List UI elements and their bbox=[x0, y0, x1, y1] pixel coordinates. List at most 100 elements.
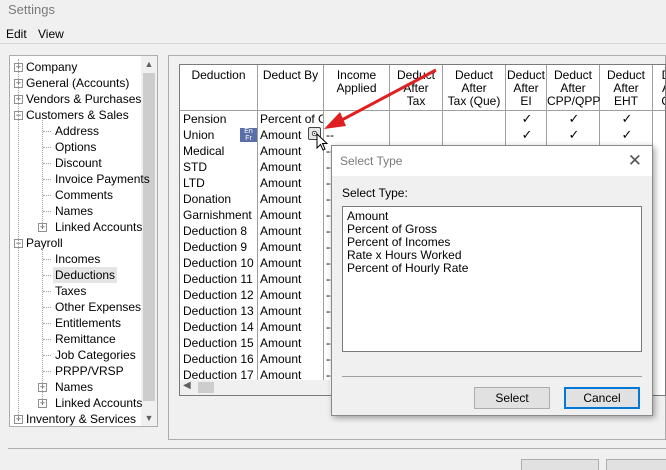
column-header[interactable]: Deduct After CPP/QPP bbox=[547, 65, 600, 111]
tree-item[interactable]: Entitlements bbox=[53, 315, 123, 331]
tree-connector bbox=[43, 179, 51, 180]
tree-item[interactable]: Other Expenses bbox=[53, 299, 143, 315]
deduction-name-cell[interactable]: Donation bbox=[183, 191, 257, 207]
footer-button[interactable] bbox=[606, 459, 666, 470]
column-divider bbox=[257, 111, 258, 395]
deduct-by-cell[interactable]: Amount bbox=[260, 335, 323, 351]
check-icon[interactable]: ✓ bbox=[622, 111, 633, 127]
deduct-by-cell[interactable]: Amount bbox=[260, 351, 323, 367]
tree-item[interactable]: Names bbox=[53, 203, 95, 219]
tree-connector bbox=[43, 131, 51, 132]
deduct-by-cell[interactable]: Amount bbox=[260, 319, 323, 335]
deduction-name-cell[interactable]: Pension bbox=[183, 111, 257, 127]
check-icon[interactable]: ✓ bbox=[522, 111, 533, 127]
tree-item[interactable]: Discount bbox=[53, 155, 104, 171]
deduct-by-cell[interactable]: Percent of Gross bbox=[260, 111, 323, 127]
type-option[interactable]: Percent of Hourly Rate bbox=[347, 262, 468, 275]
tree-item[interactable]: Inventory & Services bbox=[24, 411, 138, 426]
scroll-thumb[interactable] bbox=[198, 382, 214, 393]
tree-item[interactable]: Comments bbox=[53, 187, 115, 203]
deduction-name-cell[interactable]: Deduction 10 bbox=[183, 255, 257, 271]
column-header[interactable]: D A Q bbox=[653, 65, 665, 111]
close-icon[interactable]: ✕ bbox=[628, 151, 642, 171]
deduction-name-cell[interactable]: Garnishment bbox=[183, 207, 257, 223]
menu-edit[interactable]: Edit bbox=[6, 27, 27, 41]
tree-connector bbox=[43, 195, 51, 196]
cancel-button[interactable]: Cancel bbox=[564, 387, 640, 409]
deduct-by-cell[interactable]: Amount bbox=[260, 223, 323, 239]
dialog-title-bar: Select Type ✕ bbox=[332, 146, 652, 176]
deduct-by-cell[interactable]: Amount bbox=[260, 287, 323, 303]
column-header[interactable]: Income Applied bbox=[324, 65, 390, 111]
deduct-by-cell[interactable]: Amount bbox=[260, 159, 323, 175]
tree-item[interactable]: Names bbox=[53, 379, 95, 395]
deduction-name-cell[interactable]: Deduction 11 bbox=[183, 271, 257, 287]
deduct-by-cell[interactable]: Amount bbox=[260, 271, 323, 287]
deduction-name-cell[interactable]: Deduction 15 bbox=[183, 335, 257, 351]
deduct-by-cell[interactable]: Amount bbox=[260, 191, 323, 207]
deduct-by-cell[interactable]: Amount bbox=[260, 207, 323, 223]
tree-item[interactable]: Company bbox=[24, 59, 79, 75]
tree-item[interactable]: Linked Accounts bbox=[53, 219, 144, 235]
tree-item[interactable]: Incomes bbox=[53, 251, 102, 267]
scroll-up-icon[interactable]: ▲ bbox=[141, 56, 157, 72]
deduct-by-cell[interactable]: Amount bbox=[260, 239, 323, 255]
tree-item[interactable]: Taxes bbox=[53, 283, 88, 299]
scroll-left-icon[interactable]: ◀ bbox=[183, 380, 191, 391]
tree-item[interactable]: Invoice Payments bbox=[53, 171, 152, 187]
dialog-title: Select Type bbox=[340, 154, 403, 168]
menu-bar: Edit View bbox=[0, 25, 666, 43]
tree-item[interactable]: Customers & Sales bbox=[24, 107, 131, 123]
deduction-name-cell[interactable]: STD bbox=[183, 159, 257, 175]
deduct-by-cell[interactable]: Amount bbox=[260, 143, 323, 159]
column-header[interactable]: Deduction bbox=[180, 65, 258, 111]
tree-item[interactable]: General (Accounts) bbox=[24, 75, 131, 91]
check-icon[interactable]: ✓ bbox=[569, 111, 580, 127]
column-header[interactable]: Deduct After EI bbox=[506, 65, 547, 111]
column-header[interactable]: Deduct After Tax (Que) bbox=[443, 65, 506, 111]
tree-item[interactable]: Options bbox=[53, 139, 98, 155]
footer-separator bbox=[8, 448, 666, 449]
select-type-dialog: Select Type ✕ Select Type: Amount Percent… bbox=[331, 145, 653, 416]
tree-item[interactable]: Deductions bbox=[53, 267, 118, 283]
menu-view[interactable]: View bbox=[38, 27, 64, 41]
deduct-by-cell[interactable]: Amount bbox=[260, 303, 323, 319]
scroll-down-icon[interactable]: ▼ bbox=[141, 410, 157, 426]
deduction-name-cell[interactable]: Deduction 12 bbox=[183, 287, 257, 303]
column-header[interactable]: Deduct After Tax bbox=[390, 65, 443, 111]
tree-item[interactable]: PRPP/VRSP bbox=[53, 363, 126, 379]
deduction-name-cell[interactable]: Deduction 9 bbox=[183, 239, 257, 255]
badge-text: En Fr bbox=[244, 128, 253, 142]
check-icon[interactable]: ✓ bbox=[622, 127, 633, 143]
deduction-name-cell[interactable]: LTD bbox=[183, 175, 257, 191]
tree-connector bbox=[43, 211, 51, 212]
tree-vertical-scrollbar[interactable]: ▲ ▼ bbox=[141, 56, 157, 426]
select-button[interactable]: Select bbox=[474, 387, 550, 409]
tree-item[interactable]: Payroll bbox=[24, 235, 65, 251]
column-header[interactable]: Deduct After EHT bbox=[600, 65, 653, 111]
type-listbox[interactable]: Amount Percent of Gross Percent of Incomes… bbox=[342, 206, 642, 352]
check-icon[interactable]: ✓ bbox=[522, 127, 533, 143]
tree-item[interactable]: Address bbox=[53, 123, 101, 139]
deduct-by-cell[interactable]: Amount bbox=[260, 175, 323, 191]
tree-connector bbox=[43, 147, 51, 148]
check-icon[interactable]: ✓ bbox=[569, 127, 580, 143]
grid-horizontal-scrollbar[interactable]: ◀ bbox=[180, 380, 330, 395]
mouse-cursor-icon bbox=[316, 133, 328, 151]
settings-tree[interactable]: ▲ ▼ + Company + General (Accounts) + Vendors … bbox=[9, 55, 158, 427]
tree-connector bbox=[43, 355, 51, 356]
deduction-name-cell[interactable]: Deduction 8 bbox=[183, 223, 257, 239]
deduction-name-cell[interactable]: Deduction 16 bbox=[183, 351, 257, 367]
deduction-name-cell[interactable]: Deduction 13 bbox=[183, 303, 257, 319]
column-divider bbox=[323, 111, 324, 395]
tree-item[interactable]: Job Categories bbox=[53, 347, 138, 363]
footer-button[interactable] bbox=[521, 459, 599, 470]
column-header[interactable]: Deduct By bbox=[258, 65, 324, 111]
scroll-thumb[interactable] bbox=[143, 73, 155, 401]
deduction-name-cell[interactable]: Medical bbox=[183, 143, 257, 159]
tree-item[interactable]: Remittance bbox=[53, 331, 118, 347]
tree-item[interactable]: Linked Accounts bbox=[53, 395, 144, 411]
tree-item[interactable]: Vendors & Purchases bbox=[24, 91, 143, 107]
deduction-name-cell[interactable]: Deduction 14 bbox=[183, 319, 257, 335]
deduct-by-cell[interactable]: Amount bbox=[260, 255, 323, 271]
